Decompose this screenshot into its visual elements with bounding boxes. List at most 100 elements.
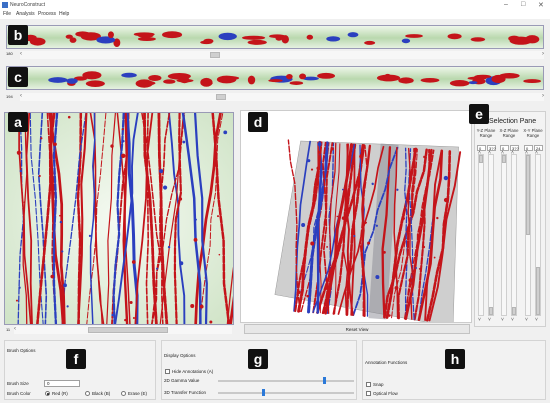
strip-view-c[interactable] [6, 66, 544, 90]
brush-color-label: Brush Color [7, 391, 31, 396]
slice-view-a[interactable] [4, 112, 234, 325]
volume-view-d[interactable] [240, 110, 472, 323]
down-arrow-icon[interactable]: ˅ [501, 317, 504, 323]
gamma-label: 2D Gamma Value [164, 378, 200, 383]
bouton-dot [67, 115, 71, 119]
display-options-title: Display Options [164, 353, 196, 358]
brush-size-label: Brush Size [7, 381, 29, 386]
segment-blob [326, 36, 341, 42]
slider-thumb[interactable] [512, 307, 516, 315]
menu-file[interactable]: File [3, 11, 11, 17]
down-arrow-icon[interactable]: ˅ [535, 317, 538, 323]
scroll-right-icon[interactable]: › [542, 51, 544, 57]
segment-blob [121, 72, 137, 78]
segment-blob [247, 75, 256, 85]
segment-blob [167, 73, 191, 80]
optical-flow-checkbox[interactable] [366, 391, 371, 396]
scroll-left-icon[interactable]: ‹ [20, 93, 22, 99]
segment-blob [401, 38, 411, 44]
slider-thumb[interactable] [489, 307, 493, 315]
scroll-right-icon[interactable]: › [542, 93, 544, 99]
strip-view-b[interactable] [6, 25, 544, 49]
gamma-slider[interactable] [218, 380, 354, 382]
yz-min-slider[interactable] [478, 154, 484, 316]
segment-blob [162, 31, 183, 39]
strip-b-scrollbar[interactable]: ‹ › [20, 51, 544, 59]
menu-help[interactable]: Help [59, 11, 69, 17]
bouton-dot [162, 185, 168, 190]
optical-flow-label: Optical Flow [373, 391, 398, 396]
segment-blob [268, 79, 283, 83]
maximize-button[interactable]: □ [521, 1, 525, 8]
strip-b-scroll-thumb[interactable] [210, 52, 220, 58]
xz-max-slider[interactable] [511, 154, 517, 316]
title-bar: NeuroConstruct – □ ✕ [0, 0, 550, 10]
close-button[interactable]: ✕ [538, 1, 544, 9]
segment-blob [281, 35, 289, 44]
xz-range-header: X-Z Plane Range [499, 128, 519, 138]
transfer-function-slider-handle[interactable] [261, 389, 265, 396]
brush-erase-radio[interactable] [121, 391, 126, 396]
menu-process[interactable]: Process [38, 11, 56, 17]
brush-size-spinbox[interactable]: 0 [44, 380, 80, 387]
panel-label-g: g [248, 349, 268, 369]
scroll-left-icon[interactable]: ‹ [20, 51, 22, 57]
strip-c-scroll-thumb[interactable] [216, 94, 226, 100]
brush-red-radio[interactable] [45, 391, 50, 396]
reset-view-button[interactable]: Reset View [244, 324, 470, 334]
transfer-function-slider[interactable] [218, 392, 354, 394]
slice-scroll-thumb[interactable] [88, 327, 168, 333]
bouton-dot [121, 128, 124, 131]
volume-rendering [274, 139, 462, 322]
panel-label-a: a [8, 112, 28, 132]
bouton-dot [194, 218, 197, 221]
strip-c-slice-value: 194 [6, 94, 13, 99]
window-title: NeuroConstruct [10, 2, 46, 8]
snap-checkbox[interactable] [366, 382, 371, 387]
gamma-slider-handle[interactable] [322, 377, 326, 384]
down-arrow-icon[interactable]: ˅ [511, 317, 514, 323]
bouton-dot [218, 253, 221, 256]
segment-blob [200, 77, 213, 87]
panel-label-b: b [8, 25, 28, 45]
slider-thumb[interactable] [536, 267, 540, 315]
selection-pane-title: Selection Pane [489, 118, 537, 125]
panel-label-f: f [66, 349, 86, 369]
bouton-dot [190, 304, 195, 309]
segment-blob [306, 34, 314, 40]
slice-scrollbar[interactable]: ‹ [14, 326, 232, 334]
xy-max-slider[interactable] [535, 154, 541, 316]
xz-min-slider[interactable] [501, 154, 507, 316]
bouton-dot [18, 286, 21, 289]
panel-label-c: c [8, 67, 28, 87]
scroll-left-icon[interactable]: ‹ [14, 326, 16, 332]
bouton-dot [111, 313, 115, 317]
segment-blob [275, 36, 283, 41]
down-arrow-icon[interactable]: ˅ [478, 317, 481, 323]
brush-erase-label: Erase (E) [128, 391, 148, 396]
brush-black-label: Black (B) [92, 391, 111, 396]
segment-blob [247, 39, 267, 45]
down-arrow-icon[interactable]: ˅ [525, 317, 528, 323]
down-arrow-icon[interactable]: ˅ [488, 317, 491, 323]
menu-analysis[interactable]: Analysis [16, 11, 35, 17]
segment-blob [135, 79, 153, 88]
yz-max-slider[interactable] [488, 154, 494, 316]
segment-blob [398, 77, 414, 84]
minimize-button[interactable]: – [504, 1, 508, 8]
segment-blob [317, 72, 336, 79]
strip-c-scrollbar[interactable]: ‹ › [20, 93, 544, 101]
bouton-dot [50, 274, 55, 279]
segment-blob [148, 74, 162, 82]
slider-thumb[interactable] [526, 155, 530, 235]
slider-thumb[interactable] [479, 155, 483, 163]
brush-black-radio[interactable] [85, 391, 90, 396]
hide-annotations-checkbox[interactable] [165, 369, 170, 374]
segment-blob [48, 77, 68, 83]
bouton-dot [129, 300, 133, 304]
xy-min-slider[interactable] [525, 154, 531, 316]
slider-thumb[interactable] [502, 155, 506, 163]
strip-b-slice-value: 180 [6, 51, 13, 56]
segment-blob [468, 81, 478, 85]
bouton-dot [223, 130, 228, 135]
